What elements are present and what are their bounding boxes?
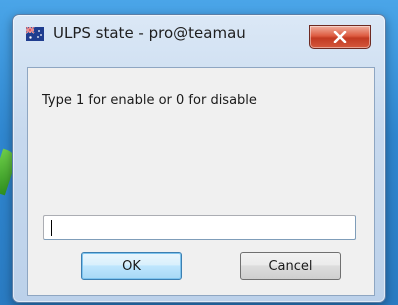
- cancel-button[interactable]: Cancel: [240, 252, 341, 280]
- title-bar[interactable]: ULPS state - pro@teamau: [13, 15, 385, 49]
- window-title: ULPS state - pro@teamau: [53, 24, 246, 42]
- dialog-client-area: Type 1 for enable or 0 for disable OK Ca…: [27, 67, 375, 296]
- input-dialog-window: ULPS state - pro@teamau Type 1 for enabl…: [12, 14, 386, 303]
- ok-button[interactable]: OK: [81, 252, 182, 280]
- state-input[interactable]: [43, 215, 356, 240]
- prompt-label: Type 1 for enable or 0 for disable: [42, 93, 257, 108]
- close-button[interactable]: [309, 25, 371, 49]
- text-caret: [51, 220, 52, 236]
- flag-icon: [25, 26, 44, 41]
- close-icon: [333, 28, 347, 47]
